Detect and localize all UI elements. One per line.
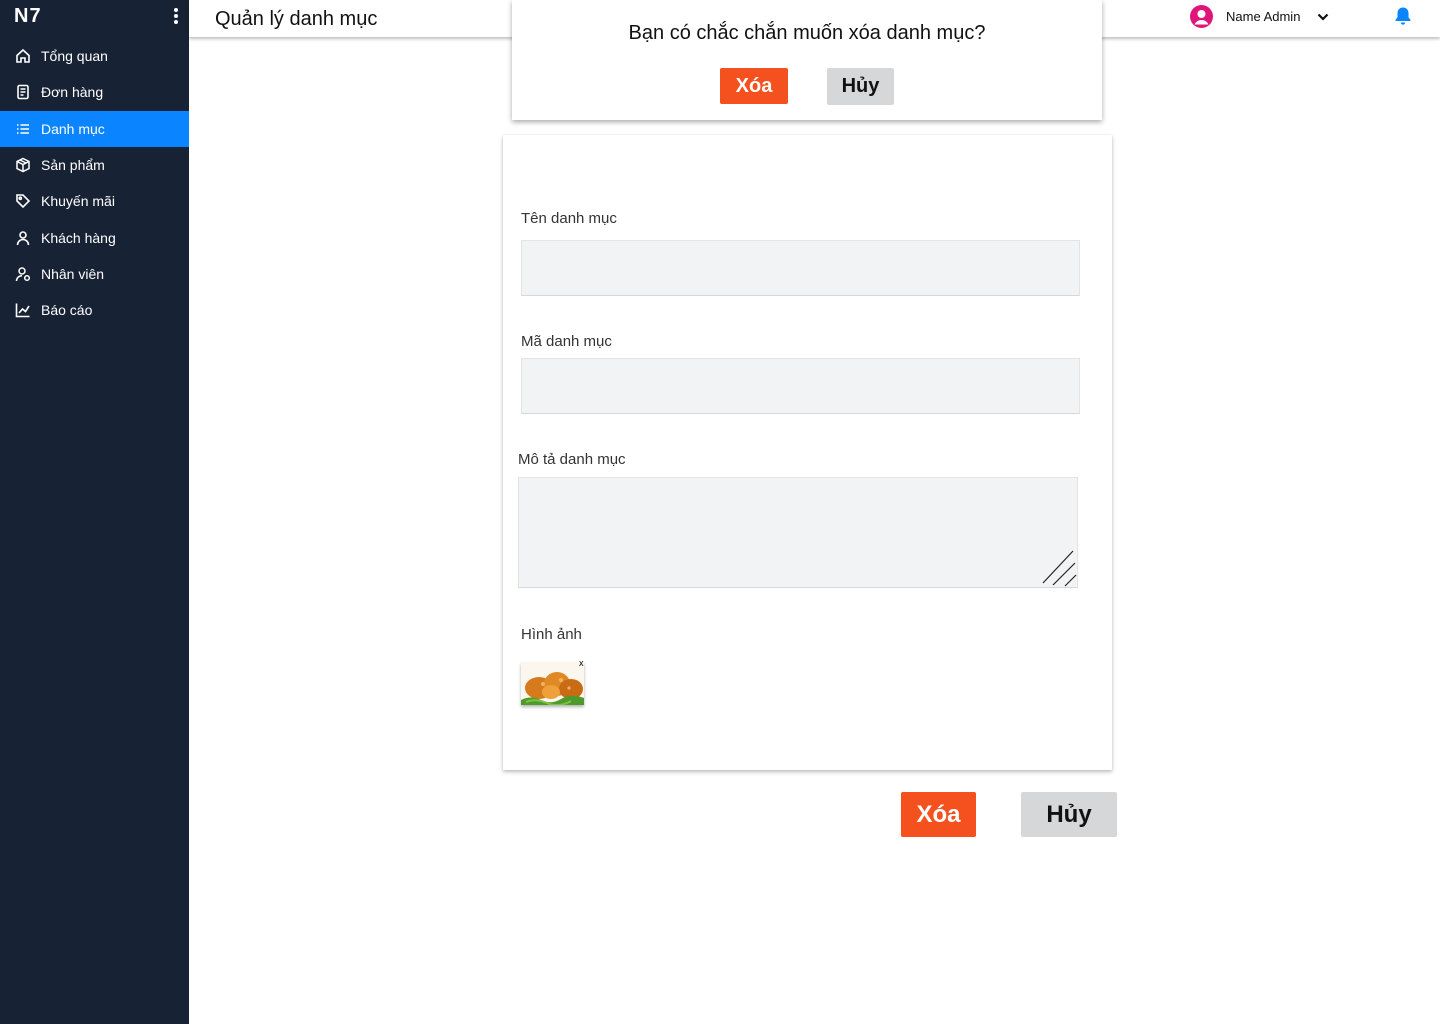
- page-title: Quản lý danh mục: [215, 8, 378, 30]
- sidebar-item-khuyen-mai[interactable]: Khuyến mãi: [0, 183, 189, 219]
- brand-logo: N7: [14, 5, 42, 27]
- category-name-input[interactable]: [521, 240, 1080, 296]
- avatar: [1190, 5, 1213, 28]
- sidebar-item-don-hang[interactable]: Đơn hàng: [0, 74, 189, 110]
- sidebar-item-label: Đơn hàng: [41, 84, 104, 101]
- cancel-button[interactable]: Hủy: [1021, 792, 1117, 837]
- confirm-message: Bạn có chắc chắn muốn xóa danh mục?: [628, 22, 986, 44]
- sidebar-item-tong-quan[interactable]: Tổng quan: [0, 38, 189, 74]
- sidebar: N7 Tổng quan Đơn hàng Danh mục Sản phẩm: [0, 0, 189, 1024]
- sidebar-item-label: Tổng quan: [41, 48, 108, 65]
- home-icon: [14, 48, 31, 65]
- sidebar-item-label: Khuyến mãi: [41, 193, 115, 210]
- document-icon: [14, 84, 31, 101]
- sidebar-item-nhan-vien[interactable]: Nhân viên: [0, 256, 189, 292]
- user-badge-icon: [14, 265, 31, 282]
- resize-handle-icon[interactable]: [1041, 543, 1077, 587]
- sidebar-item-label: Khách hàng: [41, 229, 116, 246]
- user-icon: [14, 229, 31, 246]
- sidebar-item-san-pham[interactable]: Sản phẩm: [0, 147, 189, 183]
- sidebar-item-bao-cao[interactable]: Báo cáo: [0, 292, 189, 328]
- list-icon: [14, 120, 31, 137]
- category-image-thumbnail: [521, 662, 584, 705]
- chevron-down-icon: [1318, 13, 1329, 21]
- sidebar-nav: Tổng quan Đơn hàng Danh mục Sản phẩm Khu…: [0, 38, 189, 328]
- bell-icon[interactable]: [1394, 6, 1412, 26]
- user-menu[interactable]: Name Admin: [1190, 5, 1330, 28]
- confirm-delete-dialog: Bạn có chắc chắn muốn xóa danh mục? Xóa …: [512, 0, 1102, 120]
- box-icon: [14, 157, 31, 174]
- confirm-delete-button[interactable]: Xóa: [720, 68, 788, 104]
- confirm-cancel-button[interactable]: Hủy: [827, 68, 894, 105]
- tag-icon: [14, 193, 31, 210]
- category-form-card: Tên danh mục Mã danh mục Mô tả danh mục …: [503, 135, 1112, 770]
- category-description-textarea[interactable]: [518, 477, 1078, 588]
- sidebar-item-label: Báo cáo: [41, 302, 93, 319]
- sidebar-item-label: Danh mục: [41, 120, 105, 137]
- sidebar-item-khach-hang[interactable]: Khách hàng: [0, 219, 189, 255]
- category-name-label: Tên danh mục: [521, 210, 617, 227]
- category-description-label: Mô tả danh mục: [518, 451, 626, 468]
- sidebar-item-danh-muc[interactable]: Danh mục: [0, 110, 189, 147]
- category-image-label: Hình ảnh: [521, 626, 582, 643]
- sidebar-item-label: Sản phẩm: [41, 157, 105, 174]
- chart-icon: [14, 302, 31, 319]
- more-options-icon[interactable]: [170, 7, 182, 25]
- category-code-label: Mã danh mục: [521, 333, 612, 350]
- user-name: Name Admin: [1226, 9, 1301, 24]
- category-code-input[interactable]: [521, 358, 1080, 414]
- sidebar-item-label: Nhân viên: [41, 265, 105, 282]
- remove-image-icon[interactable]: x: [579, 658, 584, 668]
- delete-button[interactable]: Xóa: [901, 792, 976, 837]
